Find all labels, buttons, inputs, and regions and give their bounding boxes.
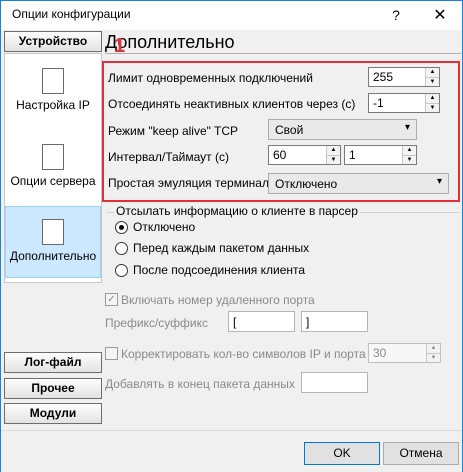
misc-button[interactable]: Прочее — [4, 378, 102, 399]
correct-value: 30 — [373, 346, 387, 360]
radio-after-connect-label: После подсоединения клиента — [133, 263, 306, 277]
ok-button[interactable]: OK — [304, 442, 380, 465]
keepalive-label: Режим "keep alive" TCP — [108, 124, 239, 138]
nav-item-server-options[interactable]: Опции сервера — [5, 144, 101, 200]
title-divider — [105, 53, 461, 54]
up-arrow-icon[interactable]: ▲ — [426, 94, 439, 103]
nav-item-label: Дополнительно — [9, 249, 97, 263]
up-arrow-icon[interactable]: ▲ — [427, 344, 440, 353]
down-arrow-icon[interactable]: ▼ — [427, 353, 440, 362]
cancel-button[interactable]: Отмена — [383, 442, 459, 465]
correct-stepper[interactable]: 30 ▲ ▼ — [368, 343, 441, 363]
conn-limit-label: Лимит одновременных подключений — [108, 71, 313, 85]
radio-each-packet-label: Перед каждым пакетом данных — [133, 241, 310, 255]
radio-off[interactable] — [115, 221, 128, 234]
suffix-input[interactable]: ] — [301, 311, 368, 332]
ip-settings-icon — [42, 68, 64, 94]
radio-after-connect[interactable] — [115, 264, 128, 277]
interval-value: 60 — [273, 148, 287, 162]
correct-label: Корректировать кол-во символов IP и порт… — [121, 347, 366, 361]
terminal-label: Простая эмуляция терминала — [108, 176, 276, 190]
server-options-icon — [42, 144, 64, 170]
conn-limit-value: 255 — [373, 70, 394, 84]
keepalive-value: Свой — [275, 123, 304, 137]
suffix-value: ] — [306, 315, 310, 329]
terminal-select[interactable]: Отключено ▾ — [268, 173, 449, 194]
chevron-down-icon: ▾ — [436, 176, 442, 187]
nav-item-label: Настройка IP — [16, 98, 90, 112]
radio-off-label: Отключено — [133, 220, 196, 234]
chevron-down-icon: ▾ — [404, 122, 410, 133]
keepalive-select[interactable]: Свой ▾ — [268, 119, 417, 140]
disconnect-value: -1 — [373, 96, 384, 110]
terminal-value: Отключено — [275, 177, 338, 191]
correct-checkbox[interactable] — [105, 347, 118, 360]
nav-item-label: Опции сервера — [10, 174, 96, 188]
nav-list: Настройка IP Опции сервера Дополнительно — [4, 53, 102, 283]
remote-port-checkbox[interactable]: ✓ — [105, 293, 118, 306]
title-bar: Опции конфигурации ? ✕ — [1, 1, 462, 30]
modules-button[interactable]: Модули — [4, 403, 102, 424]
up-arrow-icon[interactable]: ▲ — [426, 68, 439, 77]
prefix-input[interactable]: [ — [228, 311, 295, 332]
send-info-title: Отсылать информацию о клиенте в парсер — [114, 204, 360, 218]
down-arrow-icon[interactable]: ▼ — [403, 155, 416, 164]
nav-item-ip-settings[interactable]: Настройка IP — [5, 68, 101, 124]
interval-label: Интервал/Таймаут (с) — [108, 150, 229, 164]
device-button[interactable]: Устройство — [4, 31, 102, 52]
timeout-value: 1 — [349, 148, 356, 162]
footer-bar: OK Отмена — [1, 430, 462, 472]
nav-item-advanced[interactable]: Дополнительно — [5, 206, 101, 278]
radio-each-packet[interactable] — [115, 242, 128, 255]
prefix-label: Префикс/суффикс — [105, 316, 208, 330]
config-dialog: Опции конфигурации ? ✕ Устройство Настро… — [0, 0, 463, 472]
conn-limit-stepper[interactable]: 255 ▲ ▼ — [368, 67, 440, 87]
down-arrow-icon[interactable]: ▼ — [426, 103, 439, 112]
disconnect-label: Отсоединять неактивных клиентов через (с… — [108, 97, 356, 111]
disconnect-stepper[interactable]: -1 ▲ ▼ — [368, 93, 440, 113]
interval-stepper[interactable]: 60 ▲ ▼ — [268, 145, 341, 165]
append-label: Добавлять в конец пакета данных — [105, 377, 295, 391]
window-title: Опции конфигурации — [12, 7, 131, 21]
append-input[interactable] — [301, 372, 368, 393]
help-button[interactable]: ? — [376, 1, 416, 30]
timeout-stepper[interactable]: 1 ▲ ▼ — [344, 145, 417, 165]
close-button[interactable]: ✕ — [420, 1, 460, 30]
up-arrow-icon[interactable]: ▲ — [327, 146, 340, 155]
prefix-value: [ — [233, 315, 237, 329]
down-arrow-icon[interactable]: ▼ — [327, 155, 340, 164]
annotation-marker: 1 — [114, 35, 126, 57]
log-file-button[interactable]: Лог-файл — [4, 352, 102, 373]
advanced-icon — [42, 219, 64, 245]
down-arrow-icon[interactable]: ▼ — [426, 77, 439, 86]
up-arrow-icon[interactable]: ▲ — [403, 146, 416, 155]
remote-port-label: Включать номер удаленного порта — [121, 293, 315, 307]
